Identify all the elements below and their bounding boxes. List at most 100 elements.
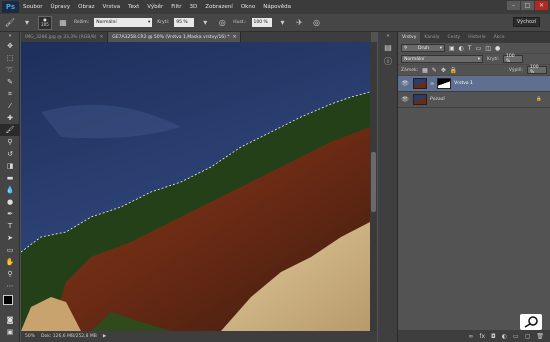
pen-tool-icon[interactable]: ✒ (0, 208, 20, 220)
layer-mask-thumbnail[interactable] (437, 78, 452, 89)
healing-tool-icon[interactable]: ✚ (0, 112, 20, 124)
tab-channels[interactable]: Kanály (420, 32, 443, 43)
chevron-down-icon[interactable]: ▾ (199, 17, 211, 29)
brush-panel-icon[interactable]: ▦ (57, 17, 69, 29)
filter-select[interactable]: ⚲ Druh ▾ (401, 44, 445, 52)
marquee-tool-icon[interactable]: ⬚ (0, 52, 20, 64)
add-mask-icon[interactable]: ◘ (491, 333, 496, 340)
chevron-down-icon[interactable]: ▾ (21, 17, 33, 29)
workspace-switcher[interactable]: Výchozí (513, 17, 540, 27)
maximize-button[interactable]: □ (521, 1, 534, 10)
tab-layers[interactable]: Vrstvy (398, 32, 421, 43)
document-canvas[interactable] (21, 42, 370, 331)
quick-select-tool-icon[interactable]: ✎ (0, 76, 20, 88)
menu-filter[interactable]: Filtr (171, 4, 181, 10)
type-filter-icon[interactable]: T (468, 45, 472, 52)
pixel-filter-icon[interactable]: ▣ (449, 45, 455, 52)
tab-history[interactable]: Historie (464, 32, 489, 43)
brush-tool-icon[interactable]: 🖌 (0, 124, 20, 136)
chevron-down-icon[interactable]: ▾ (277, 17, 289, 29)
lock-pixels-icon[interactable]: ✎ (432, 67, 437, 74)
new-layer-icon[interactable]: ▢ (525, 333, 531, 340)
lasso-tool-icon[interactable]: ➰ (0, 64, 20, 76)
collapse-icon[interactable]: « (378, 32, 398, 40)
airbrush-icon[interactable]: ✈ (294, 17, 306, 29)
color-swatches[interactable] (0, 292, 19, 314)
layer-row-pozadi[interactable]: 👁 Pozadí 🔒 (398, 92, 550, 108)
menu-help[interactable]: Nápověda (263, 4, 291, 10)
gradient-tool-icon[interactable]: ▬ (0, 172, 20, 184)
tab-document-1[interactable]: IMG_3286.jpg @ 33,3% (RGB/8) ✕ (21, 32, 109, 42)
close-icon[interactable]: ✕ (233, 35, 237, 40)
eye-icon[interactable]: 👁 (400, 80, 410, 87)
close-button[interactable]: ✕ (535, 1, 548, 10)
new-group-icon[interactable]: ▭ (513, 333, 519, 340)
tab-document-2[interactable]: GE7A3258.CR2 @ 50% (Vrstva 1,Maska vrstv… (108, 32, 242, 42)
brush-size-picker[interactable]: ● 205 (38, 15, 52, 30)
filter-toggle-icon[interactable]: ● (495, 45, 500, 52)
menu-type[interactable]: Text (128, 4, 139, 10)
foreground-color-swatch[interactable] (3, 295, 13, 305)
layer-name[interactable]: Pozadí (430, 97, 445, 102)
move-tool-icon[interactable]: ✥ (0, 40, 20, 52)
menu-layer[interactable]: Vrstva (102, 4, 120, 10)
vertical-scrollbar[interactable] (370, 42, 377, 331)
link-icon[interactable]: ∞ (430, 81, 434, 87)
pressure-opacity-icon[interactable]: ◎ (216, 17, 228, 29)
adjustment-layer-icon[interactable]: ◐ (502, 333, 507, 340)
layer-row-vrstva-1[interactable]: 👁 ∞ Vrstva 1 (398, 76, 550, 92)
collapse-icon[interactable]: » (0, 32, 20, 40)
info-panel-icon[interactable]: ⓘ (378, 54, 398, 68)
tab-paths[interactable]: Cesty (444, 32, 465, 43)
opacity-field[interactable]: 95 % (174, 18, 195, 27)
type-tool-icon[interactable]: T (0, 220, 20, 232)
minimize-button[interactable]: – (507, 1, 520, 10)
lock-all-icon[interactable]: 🔒 (450, 67, 457, 74)
menu-select[interactable]: Výběr (147, 4, 163, 10)
crop-tool-icon[interactable]: ⌗ (0, 88, 20, 100)
trash-icon[interactable]: 🗑 (536, 333, 544, 340)
stamp-tool-icon[interactable]: ⚲ (0, 136, 20, 148)
adjustment-filter-icon[interactable]: ◐ (459, 45, 464, 52)
blur-tool-icon[interactable]: 💧 (0, 184, 20, 196)
eyedropper-tool-icon[interactable]: ⁄ (0, 100, 20, 112)
pressure-size-icon[interactable]: ◎ (311, 17, 323, 29)
menu-3d[interactable]: 3D (190, 4, 198, 10)
blend-mode-select[interactable]: Normální ▾ (401, 55, 483, 63)
mode-select[interactable]: Normální ▾ (94, 18, 153, 27)
quick-mask-icon[interactable]: ◙ (0, 314, 20, 326)
status-menu-icon[interactable]: ▶ (103, 334, 106, 339)
layer-opacity-field[interactable]: 100 % (503, 54, 523, 64)
history-brush-icon[interactable]: ↺ (0, 148, 20, 160)
lock-position-icon[interactable]: ✥ (441, 67, 446, 74)
menu-file[interactable]: Soubor (23, 4, 42, 10)
menu-edit[interactable]: Úpravy (50, 4, 70, 10)
flow-field[interactable]: 100 % (251, 18, 272, 27)
smart-filter-icon[interactable]: ◫ (485, 45, 491, 52)
lock-transparency-icon[interactable]: ▦ (422, 67, 428, 74)
brush-tool-icon[interactable]: 🖌 (4, 17, 16, 29)
more-tools-icon[interactable]: ⋯ (0, 280, 20, 292)
screen-mode-icon[interactable]: ▣ (0, 326, 20, 338)
shape-tool-icon[interactable]: ▭ (0, 244, 20, 256)
hand-tool-icon[interactable]: ✋ (0, 256, 20, 268)
scrollbar-thumb[interactable] (371, 152, 376, 212)
path-select-tool-icon[interactable]: ➤ (0, 232, 20, 244)
menu-view[interactable]: Zobrazení (205, 4, 233, 10)
eye-icon[interactable]: 👁 (400, 96, 410, 103)
close-icon[interactable]: ✕ (99, 35, 103, 40)
dodge-tool-icon[interactable]: ● (0, 196, 20, 208)
layer-name[interactable]: Vrstva 1 (454, 81, 473, 86)
layer-filter-row: ⚲ Druh ▾ ▣ ◐ T ▭ ◫ ● (398, 43, 550, 54)
fill-field[interactable]: 100 % (527, 65, 547, 75)
menu-window[interactable]: Okno (241, 4, 255, 10)
eraser-tool-icon[interactable]: ◨ (0, 160, 20, 172)
zoom-tool-icon[interactable]: ⚲ (0, 268, 20, 280)
shape-filter-icon[interactable]: ▭ (476, 45, 482, 52)
zoom-level[interactable]: 50% (25, 334, 35, 339)
menu-image[interactable]: Obraz (78, 4, 94, 10)
link-layers-icon[interactable]: ∞ (468, 333, 473, 340)
layer-style-icon[interactable]: fx (479, 333, 485, 340)
tab-actions[interactable]: Akce (490, 32, 509, 43)
history-panel-icon[interactable]: ▤ (378, 40, 398, 54)
